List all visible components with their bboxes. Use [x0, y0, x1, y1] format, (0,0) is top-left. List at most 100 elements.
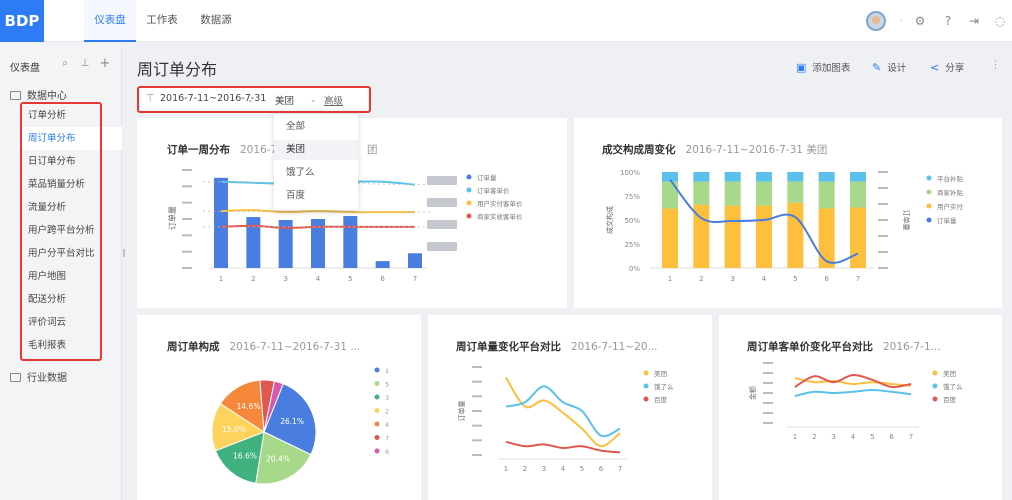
sidebar-item-review-cloud[interactable]: 评价词云 — [22, 311, 122, 334]
legend-marker — [926, 217, 932, 223]
legend-label: 订单量 — [477, 173, 497, 182]
sidebar-item-traffic[interactable]: 流量分析 — [22, 196, 122, 219]
series-line — [794, 377, 912, 387]
series-line — [794, 388, 912, 397]
dropdown-option-all[interactable]: 全部 — [274, 117, 358, 137]
legend-marker — [932, 383, 938, 389]
dropdown-option-baidu[interactable]: 百度 — [274, 186, 358, 206]
nav-tab-dashboard[interactable]: 仪表盘 — [84, 0, 136, 42]
legend-marker — [466, 174, 472, 180]
legend-label: 饿了么 — [654, 382, 674, 391]
y-tick-mark — [472, 454, 482, 456]
x-tick-label: 2 — [523, 465, 527, 473]
message-icon[interactable]: ◌ — [992, 13, 1008, 29]
legend-label: 用户实付 — [937, 202, 964, 211]
stacked-bar-segment — [693, 181, 710, 205]
x-tick-label: 1 — [219, 275, 223, 283]
folder-data-center[interactable]: 数据中心 — [10, 87, 67, 102]
more-menu-icon[interactable]: ⋮ — [990, 58, 1001, 71]
legend-marker — [466, 187, 472, 193]
design-button[interactable]: ✎ 设计 — [872, 60, 906, 74]
y-tick-mark — [472, 366, 482, 368]
gear-icon[interactable]: ⚙ — [912, 13, 928, 29]
legend-marker — [374, 394, 380, 400]
platform-select[interactable]: 美团 — [275, 93, 294, 107]
y-tick-label: 0% — [629, 265, 640, 273]
legend-marker — [374, 367, 380, 373]
legend-marker — [374, 408, 380, 413]
y-tick-mark — [472, 410, 482, 412]
right-tick-mark — [878, 219, 888, 221]
x-tick-label: 7 — [618, 465, 622, 473]
divider-dot-icon: · — [899, 14, 903, 28]
y-tick-mark — [472, 439, 482, 442]
share-button[interactable]: < 分享 — [930, 60, 964, 74]
chart-icon: ▣ — [796, 61, 807, 74]
legend-marker — [926, 189, 932, 195]
stacked-bar-segment — [850, 181, 866, 208]
y-tick-label: 75% — [624, 193, 640, 201]
folder-icon — [10, 91, 21, 100]
stacked-bar-segment — [850, 207, 866, 268]
right-tick-mark — [878, 235, 888, 237]
stacked-bar-segment — [818, 208, 835, 268]
sidebar-item-cross-platform[interactable]: 用户跨平台分析 — [22, 219, 122, 242]
stacked-bar-segment — [693, 172, 710, 182]
legend-marker — [466, 200, 472, 206]
nav-tab-worksheet[interactable]: 工作表 — [140, 0, 184, 42]
add-chart-button[interactable]: ▣ 添加图表 — [796, 60, 850, 74]
sidebar-item-platform-compare[interactable]: 用户分平台对比 — [22, 242, 122, 265]
search-icon[interactable]: ⌕ — [58, 57, 72, 71]
sidebar-item-delivery[interactable]: 配送分析 — [22, 288, 122, 311]
sidebar-item-profit-report[interactable]: 毛利报表 — [22, 334, 122, 357]
app-logo[interactable]: BDP — [0, 0, 44, 42]
x-tick-label: 6 — [889, 433, 894, 441]
sidebar-item-daily-orders[interactable]: 日订单分布 — [22, 150, 122, 173]
pie-data-label: 20.4% — [266, 455, 290, 464]
platform-price-line-chart: 金额 1 2 3 4 5 6 7 美团饿了么百度 — [748, 362, 963, 441]
filter-icon: ⊤ — [146, 93, 155, 104]
legend-label: 饿了么 — [943, 382, 963, 391]
add-icon[interactable]: + — [98, 57, 112, 71]
sidebar-item-user-map[interactable]: 用户地图 — [22, 265, 122, 288]
legend-marker — [374, 448, 380, 454]
sidebar-collapse-handle[interactable]: ‖ — [122, 248, 126, 262]
help-icon[interactable]: ? — [940, 13, 956, 29]
x-tick-label: 4 — [561, 465, 566, 473]
advanced-filter-link[interactable]: 高级 — [324, 93, 343, 107]
legend-marker — [932, 396, 938, 402]
stacked-bar-segment — [818, 181, 835, 209]
share-icon: < — [930, 61, 940, 74]
legend-marker — [466, 213, 472, 219]
nav-tab-datasource[interactable]: 数据源 — [194, 0, 238, 42]
dropdown-option-eleme[interactable]: 饿了么 — [274, 163, 358, 183]
dropdown-option-meituan[interactable]: 美团 — [274, 140, 358, 160]
sidebar-item-order-analysis[interactable]: 订单分析 — [22, 104, 122, 127]
stacked-bar-segment — [662, 181, 678, 209]
logout-icon[interactable]: ⇥ — [966, 13, 982, 29]
y-axis-label-right: 订单量 — [902, 210, 911, 231]
user-avatar[interactable] — [866, 11, 886, 31]
stacked-bar-segment — [662, 208, 678, 268]
x-tick-label: 5 — [580, 465, 584, 473]
y-tick-mark — [763, 412, 773, 414]
y-tick-label: 25% — [624, 241, 640, 249]
folder-industry-data[interactable]: 行业数据 — [10, 369, 67, 384]
x-tick-label: 4 — [762, 275, 767, 283]
sidebar-item-weekly-orders[interactable]: 周订单分布 — [22, 127, 122, 150]
pie-data-label: 16.6% — [233, 451, 257, 460]
x-tick-label: 5 — [793, 275, 797, 283]
y-tick-mark — [763, 372, 773, 374]
sidebar-item-dish-sales[interactable]: 菜品销量分析 — [22, 173, 122, 196]
pencil-icon: ✎ — [872, 61, 882, 74]
right-tick-mark — [878, 203, 888, 205]
legend-label: 1 — [385, 367, 389, 375]
x-tick-label: 2 — [699, 275, 703, 283]
pin-icon[interactable]: ⊥ — [78, 57, 92, 71]
x-tick-label: 7 — [413, 275, 417, 283]
y-tick-mark — [763, 362, 773, 364]
y-tick-mark — [763, 422, 773, 424]
x-tick-label: 4 — [316, 275, 321, 283]
y-tick-mark — [182, 234, 192, 237]
pie-chart: 26.1% 20.4% 16.6% 15.0% 14.6% 1 5 3 2 4 7 6 — [211, 367, 389, 485]
